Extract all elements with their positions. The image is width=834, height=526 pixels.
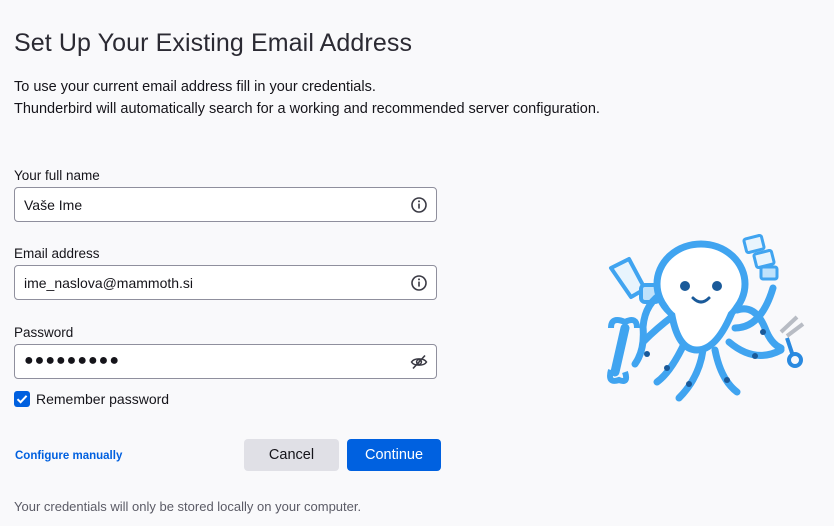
- continue-button[interactable]: Continue: [347, 439, 441, 471]
- full-name-label: Your full name: [14, 168, 100, 183]
- intro-line-2: Thunderbird will automatically search fo…: [14, 101, 600, 117]
- credentials-note: Your credentials will only be stored loc…: [14, 499, 362, 514]
- octopus-illustration: [605, 232, 815, 407]
- configure-manually-link[interactable]: Configure manually: [15, 450, 122, 462]
- password-value[interactable]: ●●●●●●●●●: [24, 352, 120, 370]
- password-field[interactable]: ●●●●●●●●●: [14, 344, 437, 379]
- info-icon[interactable]: [410, 196, 428, 214]
- intro-text: To use your current email address fill i…: [14, 76, 600, 120]
- eye-slash-icon[interactable]: [410, 353, 428, 371]
- page-title: Set Up Your Existing Email Address: [14, 29, 413, 57]
- remember-password-checkbox[interactable]: [14, 391, 30, 407]
- full-name-field[interactable]: Vaše Ime: [14, 187, 437, 222]
- octopus-mascot-icon: [607, 233, 805, 402]
- password-label: Password: [14, 325, 74, 340]
- intro-line-1: To use your current email address fill i…: [14, 79, 376, 95]
- full-name-value[interactable]: Vaše Ime: [24, 197, 82, 213]
- remember-password-label[interactable]: Remember password: [36, 391, 169, 407]
- info-icon[interactable]: [410, 274, 428, 292]
- cancel-button[interactable]: Cancel: [244, 439, 339, 471]
- email-field[interactable]: ime_naslova@mammoth.si: [14, 265, 437, 300]
- email-value[interactable]: ime_naslova@mammoth.si: [24, 275, 193, 291]
- checkmark-icon: [16, 395, 28, 404]
- email-label: Email address: [14, 246, 100, 261]
